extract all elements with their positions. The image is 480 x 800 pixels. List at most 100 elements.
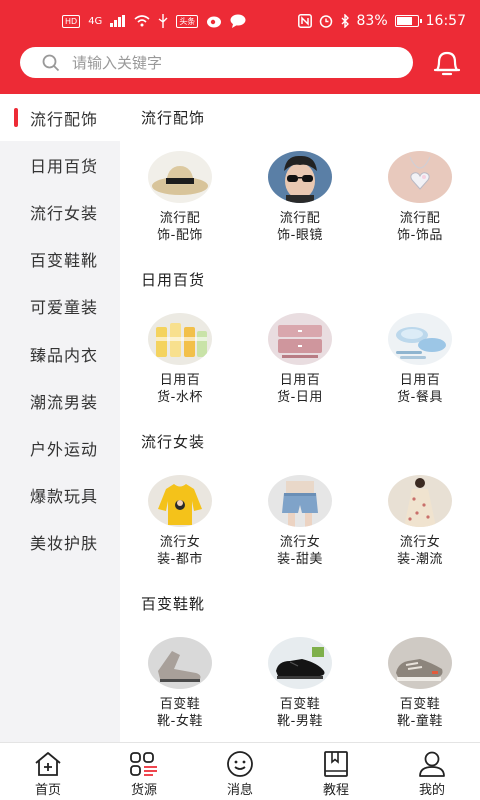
label-line-2: 饰-配饰 xyxy=(157,228,203,243)
book-icon xyxy=(324,751,348,777)
nav-mine[interactable]: 我的 xyxy=(384,743,480,800)
subcategory-label: 日用百货-餐具 xyxy=(384,372,456,406)
section-title: 日用百货 xyxy=(141,270,206,289)
sidebar-item-4[interactable]: 百变鞋靴 xyxy=(0,236,120,283)
label-line-1: 流行女 xyxy=(279,535,321,550)
denim-shorts-image xyxy=(268,475,332,527)
sidebar-item-2[interactable]: 日用百货 xyxy=(0,141,120,188)
nav-source[interactable]: 货源 xyxy=(96,743,192,800)
label-line-2: 货-水杯 xyxy=(157,390,203,405)
label-line-1: 百变鞋 xyxy=(399,697,441,712)
nav-tutorial-label: 教程 xyxy=(322,783,349,798)
subcategory-item[interactable]: 百变鞋靴-童鞋 xyxy=(360,626,480,742)
nav-home-label: 首页 xyxy=(34,783,61,798)
sidebar-item-label: 流行配饰 xyxy=(30,109,99,129)
label-line-1: 流行配 xyxy=(279,211,321,226)
battery-percent: 83% xyxy=(356,13,388,29)
label-line-1: 日用百 xyxy=(399,373,441,388)
label-line-2: 饰-眼镜 xyxy=(277,228,323,243)
subcategory-item[interactable]: 流行配 饰-配饰 xyxy=(120,140,240,256)
search-input[interactable] xyxy=(72,53,392,72)
sidebar-item-label: 户外运动 xyxy=(30,439,99,459)
subcategory-item[interactable]: 日用百 货-日用 xyxy=(240,302,360,418)
app-screen: HD 4G 头条 83% 16:57 请输入关键字 流行配饰 日用百货 流行女装… xyxy=(0,0,480,800)
toutiao-icon: 头条 xyxy=(176,14,199,28)
sidebar-item-label: 百变鞋靴 xyxy=(30,251,99,271)
subcategory-label: 流行女 装-潮流 xyxy=(384,534,456,568)
drink-cups-image xyxy=(148,313,212,365)
sidebar-item-5[interactable]: 可爱童装 xyxy=(0,283,120,330)
status-right: 83% 16:57 xyxy=(297,13,466,29)
nav-messages[interactable]: 消息 xyxy=(192,743,288,800)
sidebar-item-label: 可爱童装 xyxy=(30,298,99,318)
label-line-1: 流行女 xyxy=(399,535,441,550)
search-bar[interactable] xyxy=(20,47,413,78)
label-line-2: 装-都市 xyxy=(157,552,203,567)
heart-necklace-image xyxy=(388,151,452,203)
sidebar-item-9[interactable]: 爆款玩具 xyxy=(0,472,120,519)
sunglasses-model-image xyxy=(268,151,332,203)
bell-icon[interactable] xyxy=(430,46,464,80)
subcategory-item[interactable]: 百变鞋 靴-女鞋 xyxy=(120,626,240,742)
signal-icon xyxy=(110,15,126,27)
subcategory-item[interactable]: 流行配 饰-饰品 xyxy=(360,140,480,256)
subcategory-label: 流行女 装-甜美 xyxy=(264,534,336,568)
subcategory-label: 流行配 饰-饰品 xyxy=(384,210,456,244)
wifi-icon xyxy=(134,15,150,27)
message-icon xyxy=(230,14,246,28)
search-icon xyxy=(42,54,60,71)
bluetooth-icon xyxy=(341,14,349,28)
label-line-1: 日用百 xyxy=(279,373,321,388)
sidebar-item-3[interactable]: 流行女装 xyxy=(0,188,120,235)
header-bar: HD 4G 头条 83% 16:57 xyxy=(0,0,480,94)
dish-set-image xyxy=(388,313,452,365)
category-content: 流行配饰 流行配 饰-配饰 流行配 饰-眼镜 流行配 饰-饰品 日用百货 日用百 货-水杯 日用百货… xyxy=(120,94,480,742)
nav-tutorial[interactable]: 教程 xyxy=(288,743,384,800)
status-bar: HD 4G 头条 83% 16:57 xyxy=(0,0,480,42)
category-grid: 流行配 饰-配饰 流行配 饰-眼镜 流行配 饰-饰品 xyxy=(120,140,480,256)
battery-icon xyxy=(394,15,422,27)
sidebar-item-6[interactable]: 臻品内衣 xyxy=(0,330,120,377)
subcategory-label: 百变鞋靴-童鞋 xyxy=(384,696,456,730)
signal-label: 4G xyxy=(88,15,103,27)
subcategory-label: 日用百 货-日用 xyxy=(264,372,336,406)
sidebar-item-7[interactable]: 潮流男装 xyxy=(0,377,120,424)
bottom-nav: 首页 货源 消息 教程 我的 xyxy=(0,742,480,800)
subcategory-item[interactable]: 百变鞋 靴-男鞋 xyxy=(240,626,360,742)
subcategory-item[interactable]: 流行配饰-眼镜 xyxy=(240,140,360,256)
clock-time: 16:57 xyxy=(425,13,466,29)
label-line-2: 货-餐具 xyxy=(397,390,443,405)
subcategory-item[interactable]: 流行女 装-潮流 xyxy=(360,464,480,580)
section-title: 流行配饰 xyxy=(141,108,206,127)
sidebar-item-label: 美妆护肤 xyxy=(30,534,99,554)
label-line-1: 流行配 xyxy=(399,211,441,226)
label-line-1: 日用百 xyxy=(159,373,201,388)
user-icon xyxy=(419,751,445,777)
category-grid: 百变鞋 靴-女鞋 百变鞋 靴-男鞋 百变鞋 靴-童鞋 xyxy=(120,626,480,742)
sidebar-item-label: 流行女装 xyxy=(30,203,99,223)
subcategory-item[interactable]: 流行女装-都市 xyxy=(120,464,240,580)
label-line-1: 流行女 xyxy=(159,535,201,550)
sidebar-item-8[interactable]: 户外运动 xyxy=(0,424,120,471)
subcategory-item[interactable]: 日用百货-水杯 xyxy=(120,302,240,418)
sidebar-item-label: 臻品内衣 xyxy=(30,345,99,365)
nfc-icon xyxy=(297,14,312,28)
nav-home[interactable]: 首页 xyxy=(0,743,96,800)
sidebar-item-1[interactable]: 流行配饰 xyxy=(0,94,120,142)
home-icon xyxy=(35,752,61,776)
subcategory-item[interactable]: 日用百货-餐具 xyxy=(360,302,480,418)
grid-list-icon xyxy=(130,752,157,776)
subcategory-item[interactable]: 流行女 装-甜美 xyxy=(240,464,360,580)
subcategory-label: 日用百货-水杯 xyxy=(144,372,216,406)
sidebar-item-label: 潮流男装 xyxy=(30,392,99,412)
usb-icon xyxy=(158,14,168,28)
subcategory-label: 百变鞋 靴-男鞋 xyxy=(264,696,336,730)
subcategory-label: 百变鞋 靴-女鞋 xyxy=(144,696,216,730)
label-line-2: 靴-童鞋 xyxy=(397,714,443,729)
nav-messages-label: 消息 xyxy=(226,783,253,798)
label-line-1: 百变鞋 xyxy=(279,697,321,712)
sidebar-item-10[interactable]: 美妆护肤 xyxy=(0,519,120,566)
nav-mine-label: 我的 xyxy=(418,783,445,798)
yellow-hoodie-image xyxy=(148,475,212,527)
sidebar-item-label: 日用百货 xyxy=(30,156,99,176)
